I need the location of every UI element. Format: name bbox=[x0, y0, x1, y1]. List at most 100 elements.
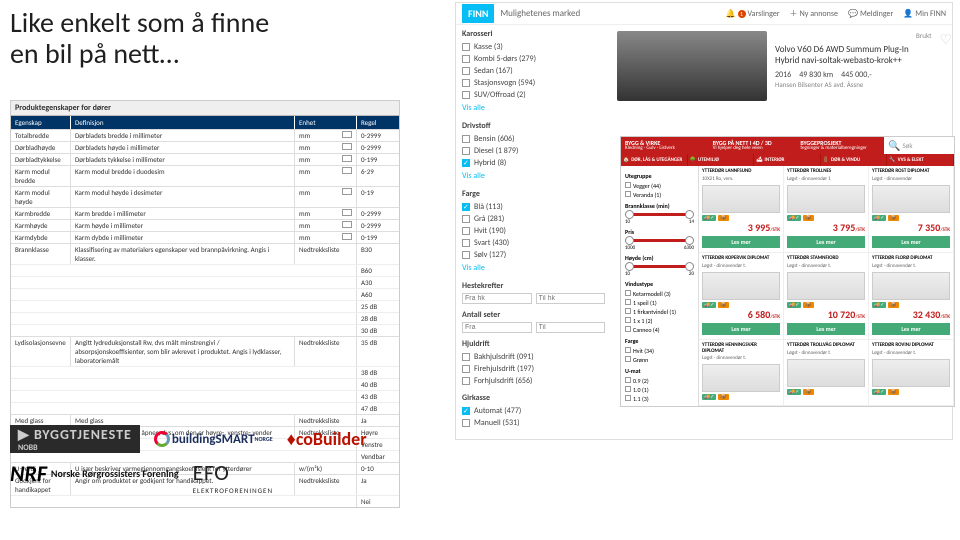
logo-efo: EFOELEKTROFORENINGEN bbox=[193, 459, 273, 487]
table-row: KarmhøydeKarm høyde i millimetermm0-2999 bbox=[11, 219, 399, 231]
les-mer-button[interactable]: Les mer bbox=[702, 236, 780, 248]
les-mer-button[interactable]: Les mer bbox=[872, 236, 950, 248]
finn-logo[interactable]: FINN bbox=[462, 4, 494, 23]
filter-option[interactable]: Blå (113) bbox=[462, 201, 605, 213]
shop-filter-option[interactable]: Grønn bbox=[625, 355, 694, 364]
ship-icon: 📦 bbox=[803, 389, 813, 395]
filter-option[interactable]: Bensin (606) bbox=[462, 133, 605, 145]
nav-varslinger[interactable]: 🔔1Varslinger bbox=[726, 8, 780, 19]
shop-filter-option[interactable]: Vegger (44) bbox=[625, 181, 694, 190]
product-card[interactable]: YTTERDØR ROVINJ DIPLOMAT Løgst - dinnave… bbox=[869, 340, 954, 406]
filter-option[interactable]: Forhjulsdrift (656) bbox=[462, 375, 605, 387]
slider-brann[interactable] bbox=[627, 213, 692, 216]
filter-drivstoff-heading: Drivstoff bbox=[462, 121, 605, 131]
filter-option[interactable]: Sedan (167) bbox=[462, 65, 605, 77]
shop-filter-option[interactable]: 1 speil (1) bbox=[625, 298, 694, 307]
product-image bbox=[872, 185, 950, 213]
car-km: 49 830 km bbox=[799, 70, 833, 80]
filter-option[interactable]: Sølv (127) bbox=[462, 249, 605, 261]
les-mer-button[interactable]: Les mer bbox=[787, 323, 865, 335]
stock-icon: 🚚✓ bbox=[872, 389, 886, 395]
filter-option[interactable]: Firehjulsdrift (197) bbox=[462, 363, 605, 375]
table-row: TotalbreddeDørbladets bredde i millimete… bbox=[11, 129, 399, 141]
nav-meldinger[interactable]: 💬Meldinger bbox=[848, 8, 893, 19]
shop-filter-option[interactable]: 1.0 (1) bbox=[625, 385, 694, 394]
les-mer-button[interactable]: Les mer bbox=[702, 323, 780, 335]
product-card[interactable]: YTTERDØR TROLLVÅG DIPLOMAT Løgst - dinna… bbox=[784, 340, 869, 406]
product-card[interactable]: YTTERDØR ROST DIPLOMAT Løgst - dinnavend… bbox=[869, 166, 954, 253]
filter-option[interactable]: SUV/Offroad (2) bbox=[462, 89, 605, 101]
checkbox-icon bbox=[462, 147, 470, 155]
shop-filter-option[interactable]: Ketarmodell (3) bbox=[625, 289, 694, 298]
shop-filter-option[interactable]: Veranda (1) bbox=[625, 190, 694, 199]
seter-to[interactable] bbox=[536, 322, 606, 333]
product-image bbox=[787, 359, 865, 387]
table-row: DørbladhøydeDørbladets høyde i millimete… bbox=[11, 141, 399, 153]
promo-2[interactable]: BYGG PÅ NETT I 4D / 3DVi hjelper deg hel… bbox=[709, 137, 797, 154]
checkbox-icon bbox=[462, 215, 470, 223]
cat-dor-vindu[interactable]: 🚪DØR & VINDU bbox=[821, 154, 888, 166]
shop-filter-option[interactable]: 1.1 (3) bbox=[625, 394, 694, 403]
shop-search[interactable]: 🔍Søk bbox=[884, 137, 954, 154]
cat-vvs[interactable]: 🔧VVS & ELEKT bbox=[887, 154, 954, 166]
checkbox-icon bbox=[462, 365, 470, 373]
table-row: Karm modul høydeKarm modul høyde i desim… bbox=[11, 186, 399, 207]
vis-alle-link[interactable]: Vis alle bbox=[462, 169, 605, 183]
promo-3[interactable]: BYGGEPROSJEKTtegninger & materialberegni… bbox=[796, 137, 884, 154]
car-price: 445 000,- bbox=[841, 70, 872, 80]
car-seller: Hansen Bilsenter AS avd. Åssne bbox=[775, 80, 931, 89]
seter-from[interactable] bbox=[462, 322, 532, 333]
vis-alle-link[interactable]: Vis alle bbox=[462, 101, 605, 115]
checkbox-icon bbox=[462, 227, 470, 235]
product-card[interactable]: YTTERDØR TROLLNES Løgst - dinnavendør 1 … bbox=[784, 166, 869, 253]
slider-hoyde[interactable] bbox=[627, 265, 692, 268]
nav-min-finn[interactable]: 👤Min FINN bbox=[903, 8, 946, 19]
slider-pris[interactable] bbox=[627, 239, 692, 242]
filter-option[interactable]: Hvit (190) bbox=[462, 225, 605, 237]
result-item[interactable]: Brukt Volvo V60 D6 AWD Summum Plug-In Hy… bbox=[617, 31, 952, 101]
col-egenskap: Egenskap bbox=[11, 116, 71, 129]
heart-icon[interactable]: ♡ bbox=[939, 31, 952, 101]
filter-hk-heading: Hestekrefter bbox=[462, 281, 605, 291]
product-image bbox=[872, 359, 950, 387]
les-mer-button[interactable]: Les mer bbox=[872, 323, 950, 335]
product-card[interactable]: YTTERDØR LANNFSUND 10X21 Ro, vem. 🚚✓📦 3 … bbox=[699, 166, 784, 253]
product-card[interactable]: YTTERDØR KOPERVIK DIPLOMAT Løgst - dinna… bbox=[699, 253, 784, 340]
product-card[interactable]: YTTERDØR STAMNFJORD Løgst - dinnavendør … bbox=[784, 253, 869, 340]
product-card[interactable]: YTTERDØR HENNINGSVÆR DIPLOMAT Løgst - di… bbox=[699, 340, 784, 406]
filter-option[interactable]: Kombi 5-dørs (279) bbox=[462, 53, 605, 65]
table-row: KarmbreddeKarm bredde i millimetermm0-29… bbox=[11, 207, 399, 219]
filter-option[interactable]: Svart (430) bbox=[462, 237, 605, 249]
shop-filter-option[interactable]: 1 x 1 (2) bbox=[625, 316, 694, 325]
filter-option[interactable]: Grå (281) bbox=[462, 213, 605, 225]
shop-filter-option[interactable]: Canneo (4) bbox=[625, 325, 694, 334]
shop-filter-option[interactable]: 0.9 (2) bbox=[625, 376, 694, 385]
promo-1[interactable]: BYGG & VIRKEKledning - Gulv - Listverk bbox=[621, 137, 709, 154]
logo-buildingsmart: buildingSMARTNORGE bbox=[154, 425, 273, 453]
hk-from[interactable] bbox=[462, 293, 532, 304]
cat-utemiljo[interactable]: 🌳UTEMILJØ bbox=[688, 154, 755, 166]
col-definisjon: Definisjon bbox=[71, 116, 295, 129]
col-regel: Regel bbox=[357, 116, 399, 129]
filter-option[interactable]: Diesel (1 879) bbox=[462, 145, 605, 157]
product-image bbox=[872, 272, 950, 300]
logo-cobuilder: ♦coBuilder bbox=[287, 425, 367, 453]
filter-option[interactable]: Hybrid (8) bbox=[462, 157, 605, 169]
filter-option[interactable]: Bakhjulsdrift (091) bbox=[462, 351, 605, 363]
filter-option[interactable]: Stasjonsvogn (594) bbox=[462, 77, 605, 89]
finn-slogan: Mulighetenes marked bbox=[500, 8, 725, 19]
shop-filter-option[interactable]: 1 firkantvindel (1) bbox=[625, 307, 694, 316]
product-card[interactable]: YTTERDØR FLORØ DIPLOMAT Løgst - dinnaven… bbox=[869, 253, 954, 340]
shop-filter-option[interactable]: Hvit (34) bbox=[625, 346, 694, 355]
hk-to[interactable] bbox=[536, 293, 606, 304]
filter-option[interactable]: Kasse (3) bbox=[462, 41, 605, 53]
cat-interior[interactable]: 🛋INTERIØR bbox=[754, 154, 821, 166]
logo-nrf: NRF Norske Rørgrossisters Forening bbox=[10, 459, 179, 487]
vis-alle-link[interactable]: Vis alle bbox=[462, 261, 605, 275]
les-mer-button[interactable]: Les mer bbox=[787, 236, 865, 248]
cat-dor-las[interactable]: 🏠DØR, LÅS & UTEGÅNGER bbox=[621, 154, 688, 166]
filter-option[interactable]: Automat (477) bbox=[462, 405, 605, 417]
filter-option[interactable]: Manuell (531) bbox=[462, 417, 605, 429]
finn-filters: Karosseri Kasse (3)Kombi 5-dørs (279)Sed… bbox=[456, 25, 611, 439]
nav-ny-annonse[interactable]: ＋Ny annonse bbox=[790, 8, 838, 19]
